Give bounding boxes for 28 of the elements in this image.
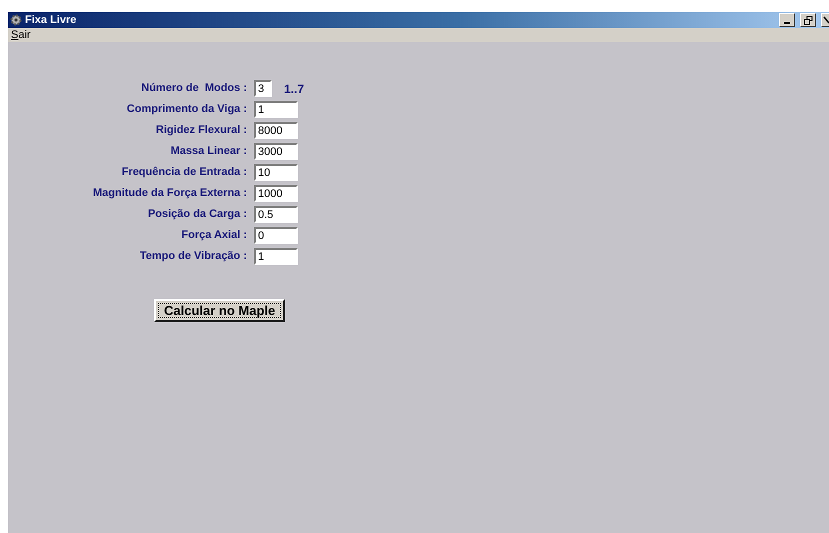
field-label: Comprimento da Viga : (126, 102, 247, 117)
close-button[interactable] (821, 13, 829, 27)
field-label: Número de Modos : (141, 81, 247, 96)
gear-icon (10, 14, 22, 26)
field-label: Frequência de Entrada : (122, 165, 247, 180)
field-label: Massa Linear : (170, 144, 247, 159)
restore-button[interactable] (800, 13, 816, 27)
input-field[interactable]: 1000 (254, 185, 298, 202)
calculate-button[interactable]: Calcular no Maple (154, 299, 286, 322)
field-label: Rigidez Flexural : (156, 123, 247, 138)
field-label: Força Axial : (181, 228, 247, 243)
window-title: Fixa Livre (25, 14, 78, 26)
input-field[interactable]: 1 (254, 248, 298, 265)
input-field[interactable]: 3000 (254, 143, 298, 160)
restore-icon (804, 16, 812, 24)
field-label: Magnitude da Força Externa : (92, 186, 247, 201)
field-label: Tempo de Vibração : (140, 249, 247, 264)
input-field[interactable]: 8000 (254, 122, 298, 139)
field-label: Posição da Carga : (148, 207, 247, 222)
input-field[interactable]: 0.5 (254, 206, 298, 223)
input-field[interactable]: 3 (254, 80, 272, 97)
menu-item[interactable]: Sair (11, 29, 31, 41)
input-field[interactable]: 10 (254, 164, 298, 181)
close-icon (822, 16, 828, 24)
minimize-button[interactable] (779, 13, 795, 27)
range-hint: 1..7 (284, 82, 304, 96)
input-field[interactable]: 1 (254, 101, 298, 118)
input-field[interactable]: 0 (254, 227, 298, 244)
